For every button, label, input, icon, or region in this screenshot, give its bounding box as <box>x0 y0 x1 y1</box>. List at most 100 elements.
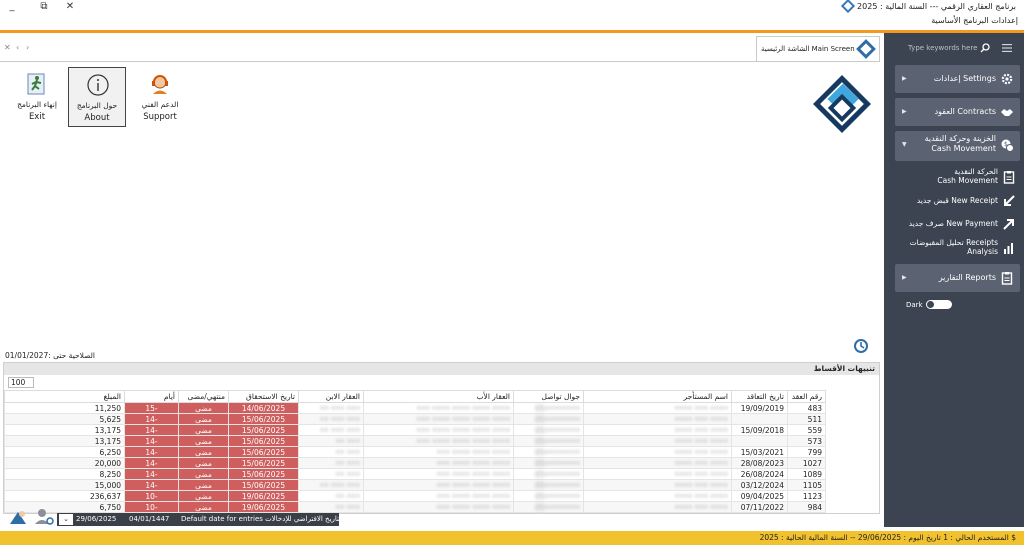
gregorian-date[interactable]: 29/06/2025 <box>76 515 116 523</box>
hijri-date: 04/01/1447 <box>129 515 170 523</box>
arrow-down-left-icon <box>1004 195 1015 206</box>
cell-mobile: 05•••••••• <box>513 490 584 502</box>
sidebar-subitem-new-payment[interactable]: صرف جديد New Payment <box>895 212 1020 236</box>
sidebar-item-reports[interactable]: ▶ التقارير Reports <box>895 264 1020 292</box>
sidebar-subitem-cash-movement[interactable]: الحركة النقدية Cash Movement <box>895 165 1020 189</box>
cell-mobile: 05•••••••• <box>513 457 584 469</box>
title-bar: _ ⧉ ✕ برنامج العقاري الرقمي --- السنة ال… <box>0 0 1024 14</box>
sidebar-item-settings[interactable]: ▶ إعدادات Settings <box>895 65 1020 93</box>
cell-due-date: 15/06/2025 <box>228 446 299 458</box>
handshake-icon <box>1001 109 1013 116</box>
expand-arrow-icon: ▶ <box>902 108 907 115</box>
users-settings-icon[interactable] <box>38 509 46 517</box>
cell-mobile: 05•••••••• <box>513 446 584 458</box>
panel-title: تنبيهات الأقساط <box>813 364 875 373</box>
bar-chart-icon <box>1004 243 1013 254</box>
cell-tenant-name: •••• ••• •••• <box>583 435 732 447</box>
col-mobile[interactable]: جوال تواصل <box>513 390 584 403</box>
search-input[interactable]: Type keywords here <box>908 44 977 52</box>
window-subtitle: إعدادات البرنامج الأساسية <box>931 16 1018 25</box>
table-row[interactable]: 6,250 14- مضى 15/06/2025 •• ••• ••• •••• ••••… <box>4 446 826 458</box>
cell-contract-date: 26/08/2024 <box>731 468 788 480</box>
search-icon[interactable] <box>980 43 990 53</box>
minimize-button[interactable]: _ <box>2 1 22 13</box>
cell-days: 14- <box>124 435 179 447</box>
cell-status: مضى <box>178 490 229 502</box>
window-title-text: برنامج العقاري الرقمي --- السنة المالية … <box>857 1 1016 11</box>
about-label-en: About <box>84 113 110 123</box>
exit-label-en: Exit <box>28 112 46 122</box>
cell-days: 15- <box>124 402 179 414</box>
table-row[interactable]: 20,000 14- مضى 15/06/2025 •• ••• ••• •••• •••… <box>4 457 826 469</box>
table-row[interactable]: 5,625 14- مضى 15/06/2025 •• ••• ••• ••• •••• … <box>4 413 826 425</box>
cell-contract-no: 984 <box>787 501 826 513</box>
table-row[interactable]: 11,250 15- مضى 14/06/2025 •• ••• ••• ••• ••••… <box>4 402 826 414</box>
hamburger-menu-icon[interactable] <box>1002 44 1012 52</box>
history-icon[interactable] <box>853 338 869 354</box>
cell-amount: 13,175 <box>4 435 125 447</box>
toggle-switch[interactable] <box>926 300 952 309</box>
sidebar-subitem-receipts-analysis[interactable]: تحليل المقبوضات Receipts Analysis <box>895 236 1020 260</box>
sidebar-search[interactable]: Type keywords here <box>884 39 1024 59</box>
cell-parent-property: ••• •••• •••• •••• •••• <box>363 424 514 436</box>
cell-parent-property: ••• •••• •••• •••• <box>363 501 514 513</box>
cell-due-date: 19/06/2025 <box>228 490 299 502</box>
cell-child-property: •• ••• ••• <box>298 402 364 414</box>
close-window-button[interactable]: ✕ <box>60 1 80 13</box>
cell-amount: 5,625 <box>4 413 125 425</box>
app-logo-icon <box>840 0 856 14</box>
col-due-date[interactable]: تاريخ الاستحقاق <box>228 390 299 403</box>
cell-mobile: 05•••••••• <box>513 468 584 480</box>
col-tenant-name[interactable]: اسم المستأجر <box>583 390 732 403</box>
sidebar-item-contracts[interactable]: ▶ العقود Contracts <box>895 98 1020 126</box>
table-row[interactable]: 13,175 14- مضى 15/06/2025 •• ••• ••• •••• •••… <box>4 435 826 447</box>
status-footer: $ المستخدم الحالي : 1 تاريخ اليوم : 29/0… <box>0 531 1024 545</box>
default-date-label: Default date for entries التاريخ الافترا… <box>181 515 344 523</box>
headset-support-icon <box>152 75 168 94</box>
sidebar-subitem-new-receipt[interactable]: قبض جديد New Receipt <box>895 189 1020 213</box>
dark-mode-label: Dark <box>906 301 923 309</box>
cell-mobile: 05•••••••• <box>513 424 584 436</box>
tab-next-icon[interactable]: › <box>26 43 29 52</box>
report-clipboard-icon <box>1001 272 1013 285</box>
about-label-ar: حول البرنامج <box>76 101 118 110</box>
about-button[interactable]: حول البرنامج About <box>68 67 126 127</box>
restore-button[interactable]: ⧉ <box>34 1 54 13</box>
table-row[interactable]: 15,000 14- مضى 15/06/2025 •• ••• ••• ••• ••••… <box>4 479 826 491</box>
col-parent-property[interactable]: العقار الأب <box>363 390 514 403</box>
tab-main-screen[interactable]: الشاشة الرئيسية Main Screen <box>756 36 880 62</box>
cell-mobile: 05•••••••• <box>513 501 584 513</box>
col-days[interactable]: أيام <box>124 390 179 403</box>
support-button[interactable]: الدعم الفني Support <box>131 67 189 127</box>
exit-button[interactable]: إنهاء البرنامج Exit <box>8 67 66 127</box>
dark-mode-toggle[interactable]: Dark <box>906 300 952 309</box>
sidebar-item-label: إعدادات Settings <box>933 74 996 83</box>
date-dropdown-button[interactable]: ⌄ <box>59 514 73 525</box>
cell-tenant-name: •••• ••• •••• <box>583 446 732 458</box>
col-contract-date[interactable]: تاريخ التعاقد <box>731 390 788 403</box>
cell-days: 14- <box>124 446 179 458</box>
row-count-field[interactable]: 100 <box>8 377 34 388</box>
col-child-property[interactable]: العقار الابن <box>298 390 364 403</box>
col-status[interactable]: منتهي/مضى <box>178 390 229 403</box>
cell-days: 14- <box>124 424 179 436</box>
subitem-label: قبض جديد New Receipt <box>916 196 998 205</box>
cell-tenant-name: •••• ••• •••• <box>583 490 732 502</box>
exit-label-ar: إنهاء البرنامج <box>17 100 57 109</box>
cell-contract-date: 19/09/2019 <box>731 402 788 414</box>
app-logo-large-icon <box>813 75 871 133</box>
table-row[interactable]: 236,637 10- مضى 19/06/2025 •• ••• ••• •••• ••… <box>4 490 826 502</box>
table-row[interactable]: 6,750 10- مضى 19/06/2025 •• ••• ••• •••• ••••… <box>4 501 826 513</box>
tab-prev-icon[interactable]: ‹ <box>16 43 19 52</box>
close-tab-icon[interactable]: ✕ <box>4 43 11 52</box>
table-row[interactable]: 13,175 14- مضى 15/06/2025 •• ••• ••• ••• ••••… <box>4 424 826 436</box>
cell-contract-date <box>731 413 788 425</box>
col-amount[interactable]: المبلغ <box>4 390 125 403</box>
cell-due-date: 15/06/2025 <box>228 413 299 425</box>
col-contract-no[interactable]: رقم العقد <box>787 390 826 403</box>
cell-tenant-name: •••• ••• •••• <box>583 413 732 425</box>
table-row[interactable]: 8,250 14- مضى 15/06/2025 •• ••• ••• •••• ••••… <box>4 468 826 480</box>
cell-tenant-name: •••• ••• •••• <box>583 468 732 480</box>
cell-due-date: 15/06/2025 <box>228 457 299 469</box>
sidebar-item-cash-movement[interactable]: ▼ الخزينة وحركة النقدية Cash Movement $ <box>895 131 1020 161</box>
